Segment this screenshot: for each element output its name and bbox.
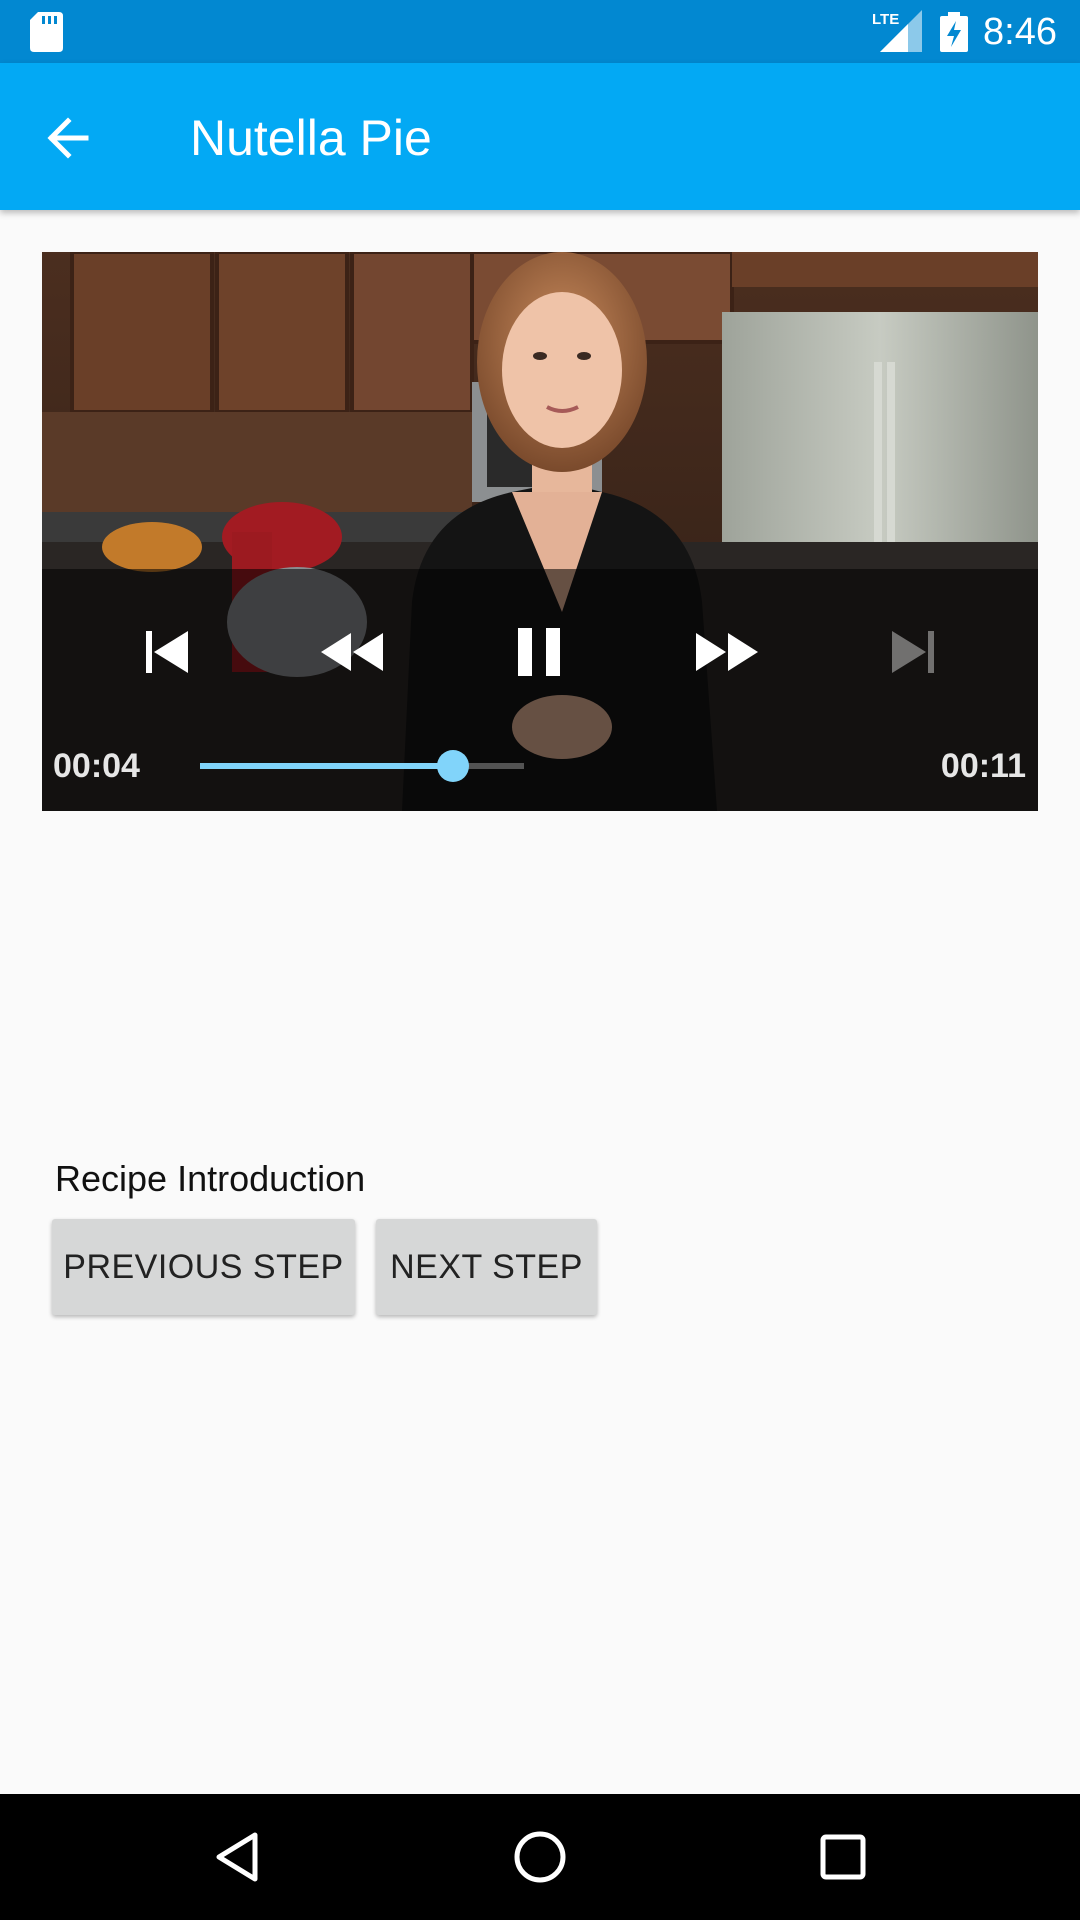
- status-bar: LTE 8:46: [0, 0, 1080, 63]
- skip-next-icon: [892, 631, 934, 673]
- page-title: Nutella Pie: [190, 110, 432, 166]
- nav-recents-icon: [820, 1834, 866, 1880]
- arrow-back-icon: [47, 117, 89, 159]
- sd-card-icon: [30, 12, 63, 52]
- playback-controls: [42, 569, 1038, 811]
- nav-back-button[interactable]: [207, 1827, 267, 1887]
- duration-time: 00:11: [940, 747, 1026, 785]
- rewind-button[interactable]: [317, 627, 387, 677]
- next-step-button[interactable]: NEXT STEP: [376, 1219, 597, 1315]
- fast-forward-icon: [696, 633, 758, 671]
- lte-label: LTE: [872, 11, 899, 28]
- back-button[interactable]: [38, 108, 108, 168]
- nav-back-icon: [216, 1832, 258, 1882]
- skip-next-button[interactable]: [888, 627, 938, 677]
- seek-bar[interactable]: [200, 750, 524, 782]
- fast-forward-button[interactable]: [692, 627, 762, 677]
- nav-home-icon: [514, 1831, 566, 1883]
- elapsed-time: 00:04: [53, 747, 140, 785]
- navigation-bar: [0, 1794, 1080, 1920]
- seek-thumb[interactable]: [436, 750, 469, 782]
- previous-step-button[interactable]: PREVIOUS STEP: [52, 1219, 355, 1315]
- battery-charging-icon: [940, 12, 968, 52]
- pause-button[interactable]: [512, 624, 568, 680]
- step-title: Recipe Introduction: [55, 1158, 366, 1199]
- nav-home-button[interactable]: [510, 1827, 570, 1887]
- nav-recents-button[interactable]: [813, 1827, 873, 1887]
- skip-previous-icon: [146, 631, 188, 673]
- seek-progress: [200, 763, 453, 769]
- skip-previous-button[interactable]: [142, 627, 192, 677]
- status-time: 8:46: [983, 11, 1057, 53]
- lte-signal-icon: LTE: [872, 10, 922, 52]
- app-bar: Nutella Pie: [0, 63, 1080, 210]
- rewind-icon: [321, 633, 383, 671]
- video-player[interactable]: 00:04 00:11: [42, 252, 1038, 811]
- pause-icon: [518, 628, 560, 676]
